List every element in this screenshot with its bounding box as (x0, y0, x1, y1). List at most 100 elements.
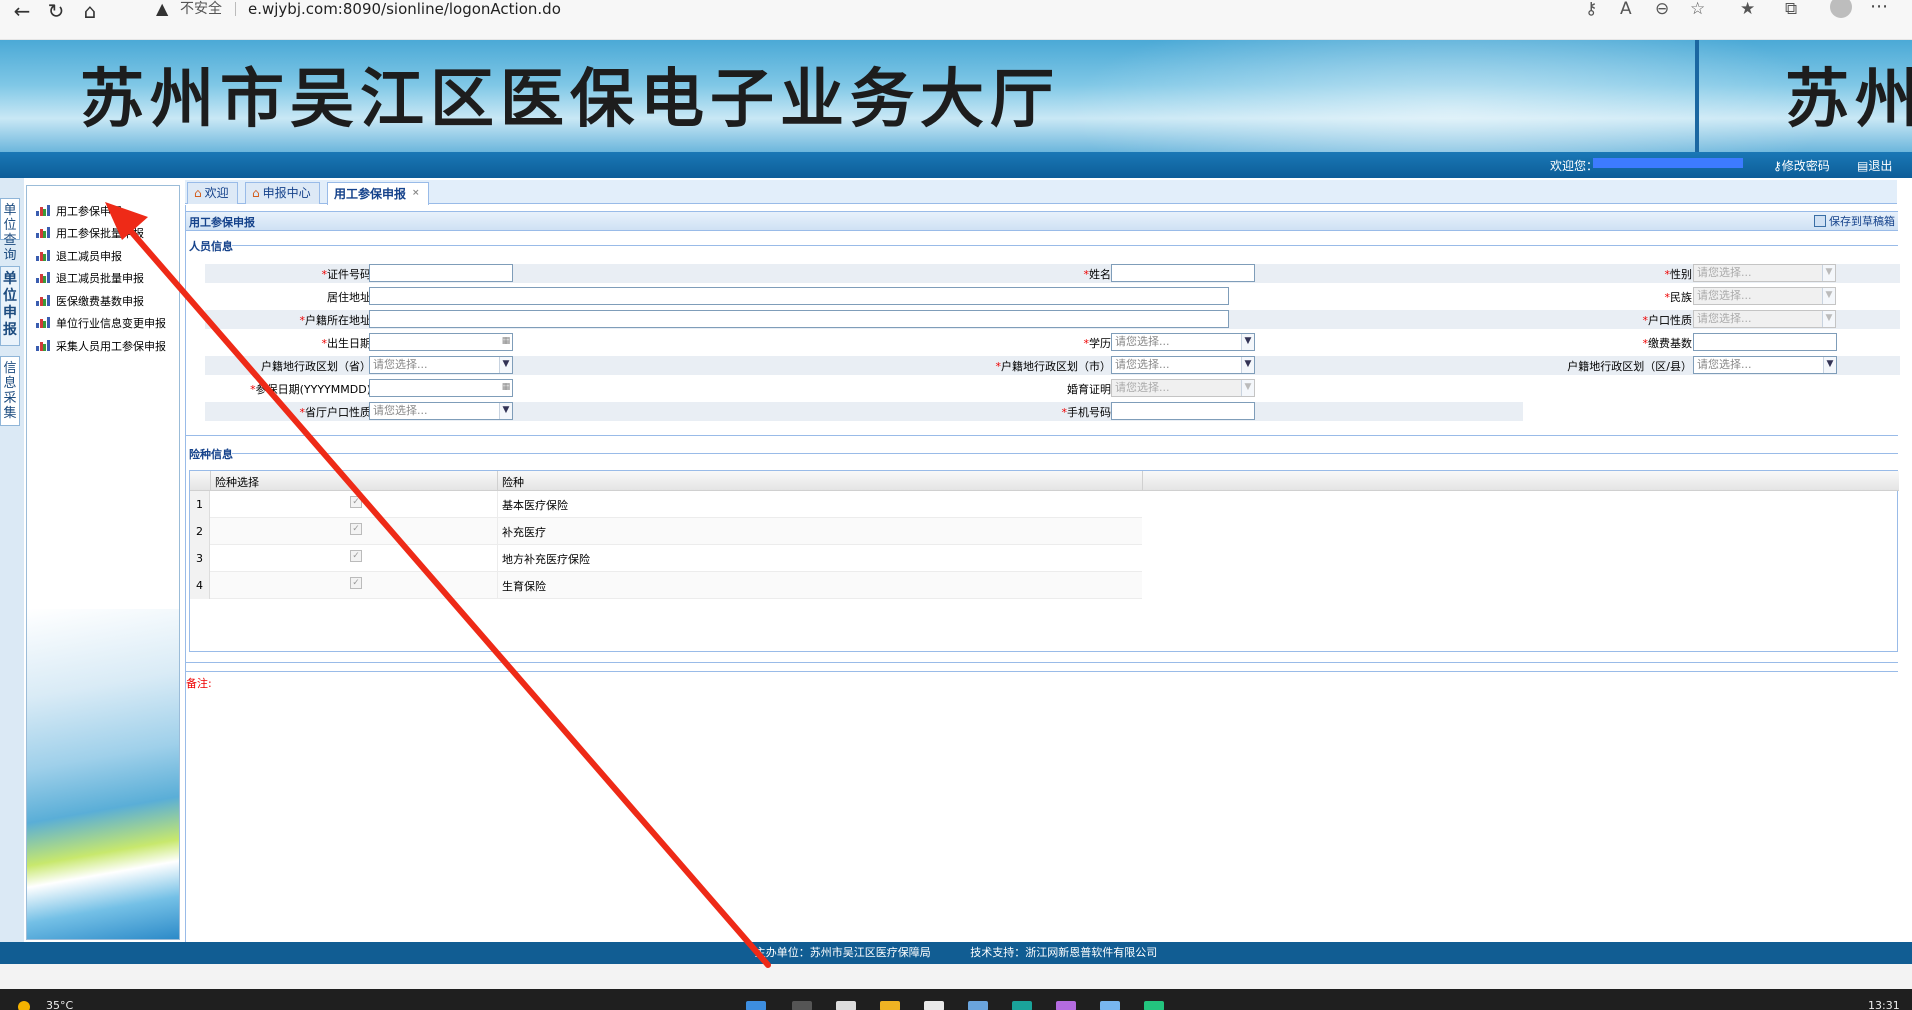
column-header-type[interactable]: 险种 (502, 474, 524, 490)
start-icon[interactable] (746, 1001, 766, 1010)
column-divider (1142, 471, 1143, 491)
task-view-icon[interactable] (836, 1001, 856, 1010)
base-pay-input[interactable] (1693, 333, 1837, 351)
warning-icon[interactable]: ▲ (156, 0, 168, 18)
home-icon: ⌂ (194, 186, 202, 200)
id-no-input[interactable] (369, 264, 513, 282)
notepad-icon[interactable] (1100, 1001, 1120, 1010)
tab-declare-center[interactable]: ⌂ 申报中心 (245, 182, 320, 204)
column-divider (210, 471, 211, 491)
menu-item[interactable]: 退工减员批量申报 (36, 270, 144, 288)
birth-date-input[interactable]: ▦ (369, 333, 513, 351)
chevron-down-icon: ▼ (1241, 380, 1254, 396)
address-bar[interactable]: e.wjybj.com:8090/sionline/logonAction.do (248, 1, 561, 17)
app-icon[interactable] (1144, 1001, 1164, 1010)
menu-item[interactable]: 采集人员用工参保申报 (36, 338, 166, 356)
footer-support: 技术支持：浙江网新恩普软件有限公司 (970, 946, 1158, 959)
menu-item[interactable]: 单位行业信息变更申报 (36, 315, 166, 333)
favorites-icon[interactable]: ★ (1740, 0, 1755, 18)
bar-chart-icon (36, 272, 50, 283)
search-icon[interactable] (792, 1001, 812, 1010)
panel-title: 用工参保申报 (189, 216, 255, 229)
file-explorer-icon[interactable] (880, 1001, 900, 1010)
favorite-add-icon[interactable]: ☆ (1690, 0, 1705, 18)
clock[interactable]: 13:31 (1868, 999, 1900, 1010)
bar-chart-icon (36, 205, 50, 216)
region-county-label: 户籍地行政区划（区/县） (1567, 360, 1692, 373)
section-divider (186, 435, 1898, 436)
temperature[interactable]: 35°C (46, 999, 73, 1010)
close-icon[interactable]: × (412, 188, 420, 198)
left-tab-query[interactable]: 单位查询 (0, 198, 20, 263)
table-row[interactable]: 1 ✓ 基本医疗保险 (190, 491, 1142, 518)
security-label[interactable]: 不安全 (180, 1, 222, 17)
column-header-select[interactable]: 险种选择 (215, 474, 259, 490)
province-hukou-select[interactable]: 请您选择... ▼ (369, 402, 513, 420)
back-arrow-icon[interactable]: ← (4, 0, 40, 24)
redacted-username (1593, 158, 1743, 168)
table-row[interactable]: 3 ✓ 地方补充医疗保险 (190, 545, 1142, 572)
region-province-select[interactable]: 请您选择... ▼ (369, 356, 513, 374)
menu-item-label: 采集人员用工参保申报 (56, 340, 166, 353)
join-date-input[interactable]: ▦ (369, 379, 513, 397)
name-input[interactable] (1111, 264, 1255, 282)
home-icon[interactable]: ⌂ (72, 0, 108, 24)
column-divider (497, 518, 498, 545)
more-menu-icon[interactable]: ⋯ (1870, 0, 1890, 17)
insurance-checkbox[interactable]: ✓ (350, 523, 362, 535)
address-input[interactable] (369, 287, 1229, 305)
menu-item-label: 退工减员批量申报 (56, 272, 144, 285)
hukou-type-select[interactable]: 请您选择... ▼ (1693, 310, 1836, 328)
hukou-address-label: *户籍所在地址 (299, 314, 372, 327)
menu-item[interactable]: 医保缴费基数申报 (36, 293, 144, 311)
collections-icon[interactable]: ⧉ (1785, 0, 1797, 18)
read-aloud-icon[interactable]: A (1620, 0, 1632, 18)
weather-sun-icon[interactable] (18, 1001, 30, 1010)
change-password-link[interactable]: ⚷修改密码 (1773, 157, 1830, 174)
app-icon[interactable] (1056, 1001, 1076, 1010)
hukou-address-input[interactable] (369, 310, 1229, 328)
left-tab-collect[interactable]: 信息采集 (0, 356, 20, 426)
menu-item[interactable]: 退工减员申报 (36, 248, 122, 266)
key-icon[interactable]: ⚷ (1585, 0, 1597, 18)
app-icon[interactable] (924, 1001, 944, 1010)
form-row: *户籍所在地址 *户口性质 请您选择... ▼ (205, 310, 1900, 329)
insurance-checkbox[interactable]: ✓ (350, 577, 362, 589)
name-label: *姓名 (1083, 268, 1112, 281)
left-tab-declare[interactable]: 单位申报 (0, 266, 20, 346)
gender-select[interactable]: 请您选择... ▼ (1693, 264, 1836, 282)
address-label: 居住地址 (327, 291, 371, 304)
education-select[interactable]: 请您选择... ▼ (1111, 333, 1255, 351)
insurance-checkbox[interactable]: ✓ (350, 550, 362, 562)
refresh-icon[interactable]: ↻ (38, 0, 74, 24)
zoom-out-icon[interactable]: ⊖ (1655, 0, 1669, 18)
store-icon[interactable] (968, 1001, 988, 1010)
phone-input[interactable] (1111, 402, 1255, 420)
education-label: *学历 (1083, 337, 1112, 350)
left-category-strip: 单位查询 单位申报 信息采集 (0, 178, 24, 942)
birth-cert-select[interactable]: 请您选择... ▼ (1111, 379, 1255, 397)
insurance-name: 地方补充医疗保险 (502, 553, 590, 566)
tab-welcome[interactable]: ⌂ 欢迎 (187, 182, 238, 204)
section-divider (232, 453, 1898, 454)
table-row[interactable]: 2 ✓ 补充医疗 (190, 518, 1142, 545)
os-taskbar: 35°C 13:31 (0, 989, 1912, 1010)
insurance-checkbox[interactable]: ✓ (350, 496, 362, 508)
region-county-select[interactable]: 请您选择... ▼ (1693, 356, 1837, 374)
profile-avatar[interactable] (1830, 0, 1852, 18)
form-row: *证件号码 *姓名 *性别 请您选择... ▼ (205, 264, 1900, 283)
form-row: *参保日期(YYYYMMDD) ▦ 婚育证明 请您选择... ▼ (205, 379, 1900, 398)
region-city-select[interactable]: 请您选择... ▼ (1111, 356, 1255, 374)
edge-icon[interactable] (1012, 1001, 1032, 1010)
column-divider (497, 572, 498, 599)
tab-employment-insurance[interactable]: 用工参保申报 × (327, 182, 429, 205)
table-row[interactable]: 4 ✓ 生育保险 (190, 572, 1142, 599)
hukou-type-label: *户口性质 (1642, 314, 1693, 327)
exit-link[interactable]: ▤退出 (1857, 157, 1892, 174)
save-draft-button[interactable]: 保存到草稿箱 (1814, 213, 1895, 229)
ethnicity-select[interactable]: 请您选择... ▼ (1693, 287, 1836, 305)
menu-item[interactable]: 用工参保申报 (36, 203, 122, 221)
insurance-info-title: 险种信息 (189, 448, 233, 461)
menu-item-label: 单位行业信息变更申报 (56, 317, 166, 330)
menu-item[interactable]: 用工参保批量申报 (36, 225, 144, 243)
